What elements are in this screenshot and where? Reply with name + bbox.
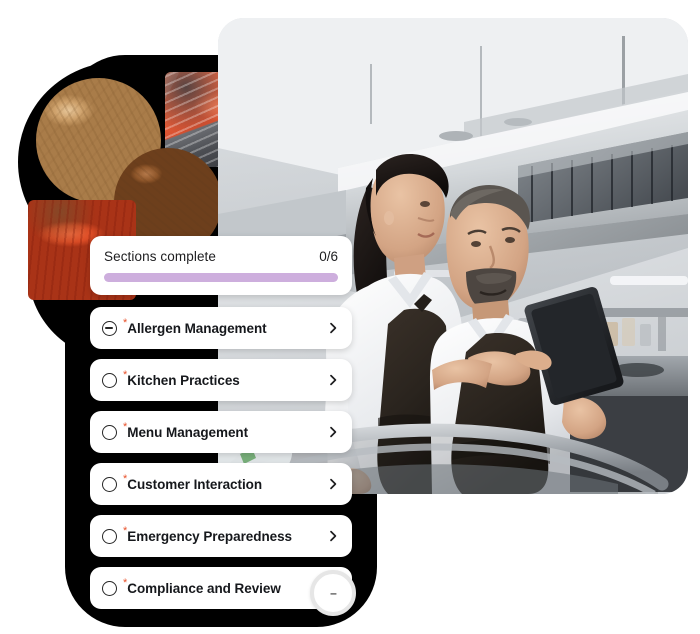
checklist-panel: Sections complete 0/6 * Allergen Manageme… <box>90 236 352 619</box>
chevron-right-icon[interactable] <box>327 426 339 438</box>
dash-icon: – <box>330 586 337 600</box>
screenshot-stage: Sections complete 0/6 * Allergen Manageme… <box>0 0 700 634</box>
progress-bar <box>104 273 338 282</box>
circle-icon[interactable] <box>102 476 117 492</box>
progress-header: Sections complete 0/6 <box>104 249 338 264</box>
section-label: Menu Management <box>127 424 249 440</box>
minus-circle-icon[interactable] <box>102 320 117 336</box>
progress-count: 0/6 <box>319 249 338 264</box>
chevron-right-icon[interactable] <box>327 478 339 490</box>
section-label: Allergen Management <box>127 320 267 336</box>
section-row[interactable]: * Allergen Management <box>90 307 352 349</box>
section-label: Emergency Preparedness <box>127 528 293 544</box>
circle-icon[interactable] <box>102 580 117 596</box>
section-label: Customer Interaction <box>127 476 263 492</box>
section-label: Compliance and Review <box>127 580 281 596</box>
chevron-right-icon[interactable] <box>327 322 339 334</box>
section-label: Kitchen Practices <box>127 372 240 388</box>
circle-icon[interactable] <box>102 372 117 388</box>
section-list: * Allergen Management * Kitchen Practices * M… <box>90 307 352 609</box>
circle-icon[interactable] <box>102 424 117 440</box>
progress-card: Sections complete 0/6 <box>90 236 352 295</box>
chevron-right-icon[interactable] <box>327 530 339 542</box>
section-row[interactable]: * Kitchen Practices <box>90 359 352 401</box>
section-row[interactable]: * Customer Interaction <box>90 463 352 505</box>
circle-icon[interactable] <box>102 528 117 544</box>
chevron-right-icon[interactable] <box>327 374 339 386</box>
section-row[interactable]: * Menu Management <box>90 411 352 453</box>
section-row[interactable]: * Emergency Preparedness <box>90 515 352 557</box>
progress-label: Sections complete <box>104 249 217 264</box>
next-step-button[interactable]: – <box>310 570 356 616</box>
